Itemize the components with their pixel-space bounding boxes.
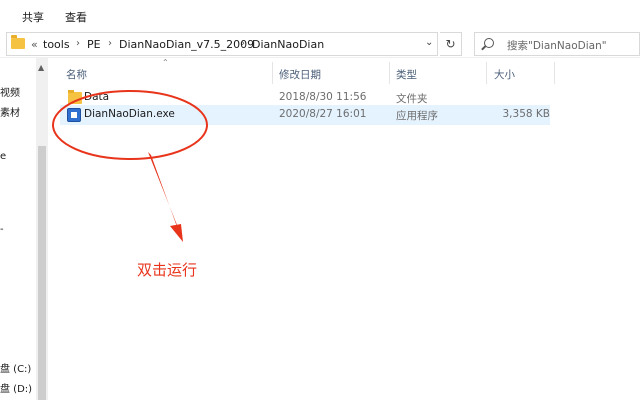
nav-item-e[interactable]: e bbox=[0, 151, 6, 162]
nav-scrollbar[interactable]: ▲ bbox=[36, 58, 48, 400]
file-date: 2020/8/27 16:01 bbox=[279, 108, 367, 120]
nav-item-materials[interactable]: 素材 bbox=[0, 104, 20, 119]
breadcrumb-pe[interactable]: PE bbox=[87, 38, 101, 51]
file-list: ⌃ 名称 修改日期 类型 大小 Data 2018/8/30 11:56 文件夹… bbox=[48, 58, 640, 400]
column-divider[interactable] bbox=[389, 62, 390, 84]
nav-item-drive-d[interactable]: 盘 (D:) bbox=[0, 380, 32, 395]
refresh-button[interactable]: ↻ bbox=[440, 32, 462, 56]
annotation-label: 双击运行 bbox=[137, 261, 198, 279]
chevron-right-icon[interactable]: › bbox=[108, 38, 112, 49]
nav-item-videos[interactable]: 视频 bbox=[0, 84, 20, 99]
search-icon bbox=[484, 38, 494, 48]
column-divider[interactable] bbox=[554, 62, 555, 84]
chevron-right-icon[interactable]: › bbox=[76, 38, 80, 49]
folder-icon bbox=[68, 90, 82, 104]
breadcrumb-diannaodian[interactable]: DianNaoDian bbox=[252, 38, 324, 51]
file-name[interactable]: DianNaoDian.exe bbox=[84, 108, 175, 120]
sort-ascending-icon: ⌃ bbox=[162, 58, 169, 67]
chevron-right-icon[interactable]: › bbox=[241, 38, 245, 49]
breadcrumb-overflow[interactable]: « bbox=[31, 38, 38, 51]
ribbon: 共享 查看 bbox=[0, 0, 640, 30]
column-header-name[interactable]: 名称 bbox=[66, 67, 87, 82]
file-size: 3,358 KB bbox=[502, 108, 551, 120]
scroll-up-icon[interactable]: ▲ bbox=[38, 63, 44, 72]
nav-item-dash[interactable]: - bbox=[0, 224, 4, 235]
file-date: 2018/8/30 11:56 bbox=[279, 91, 367, 103]
scroll-thumb[interactable] bbox=[38, 146, 46, 400]
search-placeholder: 搜索"DianNaoDian" bbox=[507, 40, 607, 52]
navigation-pane: 视频 素材 e - 盘 (C:) 盘 (D:) bbox=[0, 58, 36, 400]
column-header-type[interactable]: 类型 bbox=[396, 67, 417, 82]
column-divider[interactable] bbox=[486, 62, 487, 84]
chevron-down-icon[interactable]: ⌄ bbox=[425, 37, 433, 48]
address-row: « tools › PE › DianNaoDian_v7.5_2009 › D… bbox=[0, 30, 640, 58]
application-icon bbox=[67, 108, 81, 122]
file-type: 文件夹 bbox=[396, 93, 428, 105]
address-bar[interactable]: « tools › PE › DianNaoDian_v7.5_2009 › D… bbox=[6, 32, 438, 56]
tab-view[interactable]: 查看 bbox=[65, 9, 87, 25]
file-type: 应用程序 bbox=[396, 110, 438, 122]
file-row-diannaodian-exe[interactable]: DianNaoDian.exe 2020/8/27 16:01 应用程序 3,3… bbox=[60, 105, 550, 125]
column-header-size[interactable]: 大小 bbox=[494, 67, 515, 82]
breadcrumb-tools[interactable]: tools bbox=[43, 38, 70, 51]
column-header-date[interactable]: 修改日期 bbox=[279, 67, 321, 82]
folder-icon bbox=[11, 35, 25, 49]
nav-item-drive-c[interactable]: 盘 (C:) bbox=[0, 360, 31, 375]
file-name[interactable]: Data bbox=[84, 91, 109, 103]
tab-share[interactable]: 共享 bbox=[22, 9, 44, 25]
column-divider[interactable] bbox=[272, 62, 273, 84]
refresh-icon: ↻ bbox=[445, 37, 456, 51]
breadcrumb-diannaodian-v75[interactable]: DianNaoDian_v7.5_2009 bbox=[119, 38, 254, 51]
search-input[interactable]: 搜索"DianNaoDian" bbox=[474, 32, 640, 56]
